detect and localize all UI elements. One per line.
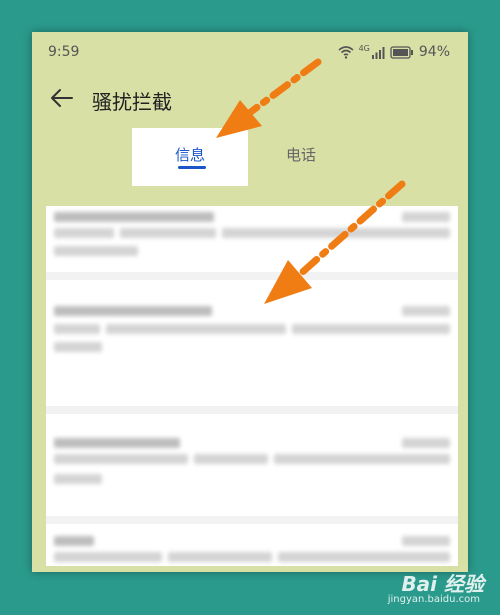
blurred-content	[106, 324, 286, 334]
status-bar: 9:59 4G 94%	[32, 32, 468, 76]
watermark-url: jingyan.baidu.com	[387, 594, 480, 605]
blurred-sender	[54, 306, 212, 316]
tab-active-indicator	[178, 166, 206, 169]
arrow-left-icon	[51, 89, 73, 107]
divider	[46, 406, 458, 414]
blurred-sender	[54, 212, 214, 222]
battery-icon	[390, 45, 413, 59]
blurred-content	[54, 246, 138, 256]
watermark-brand: Bai 经验	[401, 572, 484, 596]
tab-messages[interactable]: 信息	[132, 128, 248, 186]
list-item[interactable]	[46, 300, 458, 392]
battery-percent: 94%	[418, 44, 450, 60]
blurred-time	[402, 536, 450, 546]
blurred-content	[274, 454, 450, 464]
blurred-sender	[54, 438, 180, 448]
blocked-message-list[interactable]	[46, 206, 458, 566]
blurred-time	[402, 212, 450, 222]
blurred-content	[54, 474, 102, 484]
blurred-content	[222, 228, 450, 238]
blurred-content	[54, 454, 188, 464]
signal-icon	[371, 46, 385, 59]
blurred-content	[54, 228, 114, 238]
wifi-icon	[338, 45, 354, 59]
blurred-content	[54, 324, 100, 334]
phone-screen: 9:59 4G 94% 骚扰拦截 信息 电话	[32, 32, 468, 572]
tab-messages-label: 信息	[174, 146, 205, 164]
blurred-content	[292, 324, 450, 334]
divider	[46, 516, 458, 524]
status-time: 9:59	[48, 44, 80, 60]
back-button[interactable]	[48, 84, 84, 116]
watermark: Bai 经验 jingyan.baidu.com	[364, 568, 484, 608]
blurred-content	[54, 342, 102, 352]
network-type-label: 4G	[358, 43, 370, 53]
list-item[interactable]	[46, 434, 458, 526]
blurred-content	[278, 552, 450, 562]
blurred-time	[402, 438, 450, 448]
blurred-content	[120, 228, 216, 238]
app-header: 骚扰拦截	[32, 82, 468, 122]
page-title: 骚扰拦截	[92, 90, 172, 114]
blurred-content	[194, 454, 268, 464]
blurred-time	[402, 306, 450, 316]
list-item[interactable]	[46, 206, 458, 298]
blurred-sender	[54, 536, 94, 546]
list-item[interactable]	[46, 532, 458, 566]
blurred-content	[168, 552, 272, 562]
blurred-content	[54, 552, 162, 562]
divider	[46, 272, 458, 280]
status-icons: 4G 94%	[338, 44, 450, 60]
tab-calls[interactable]: 电话	[286, 144, 316, 165]
